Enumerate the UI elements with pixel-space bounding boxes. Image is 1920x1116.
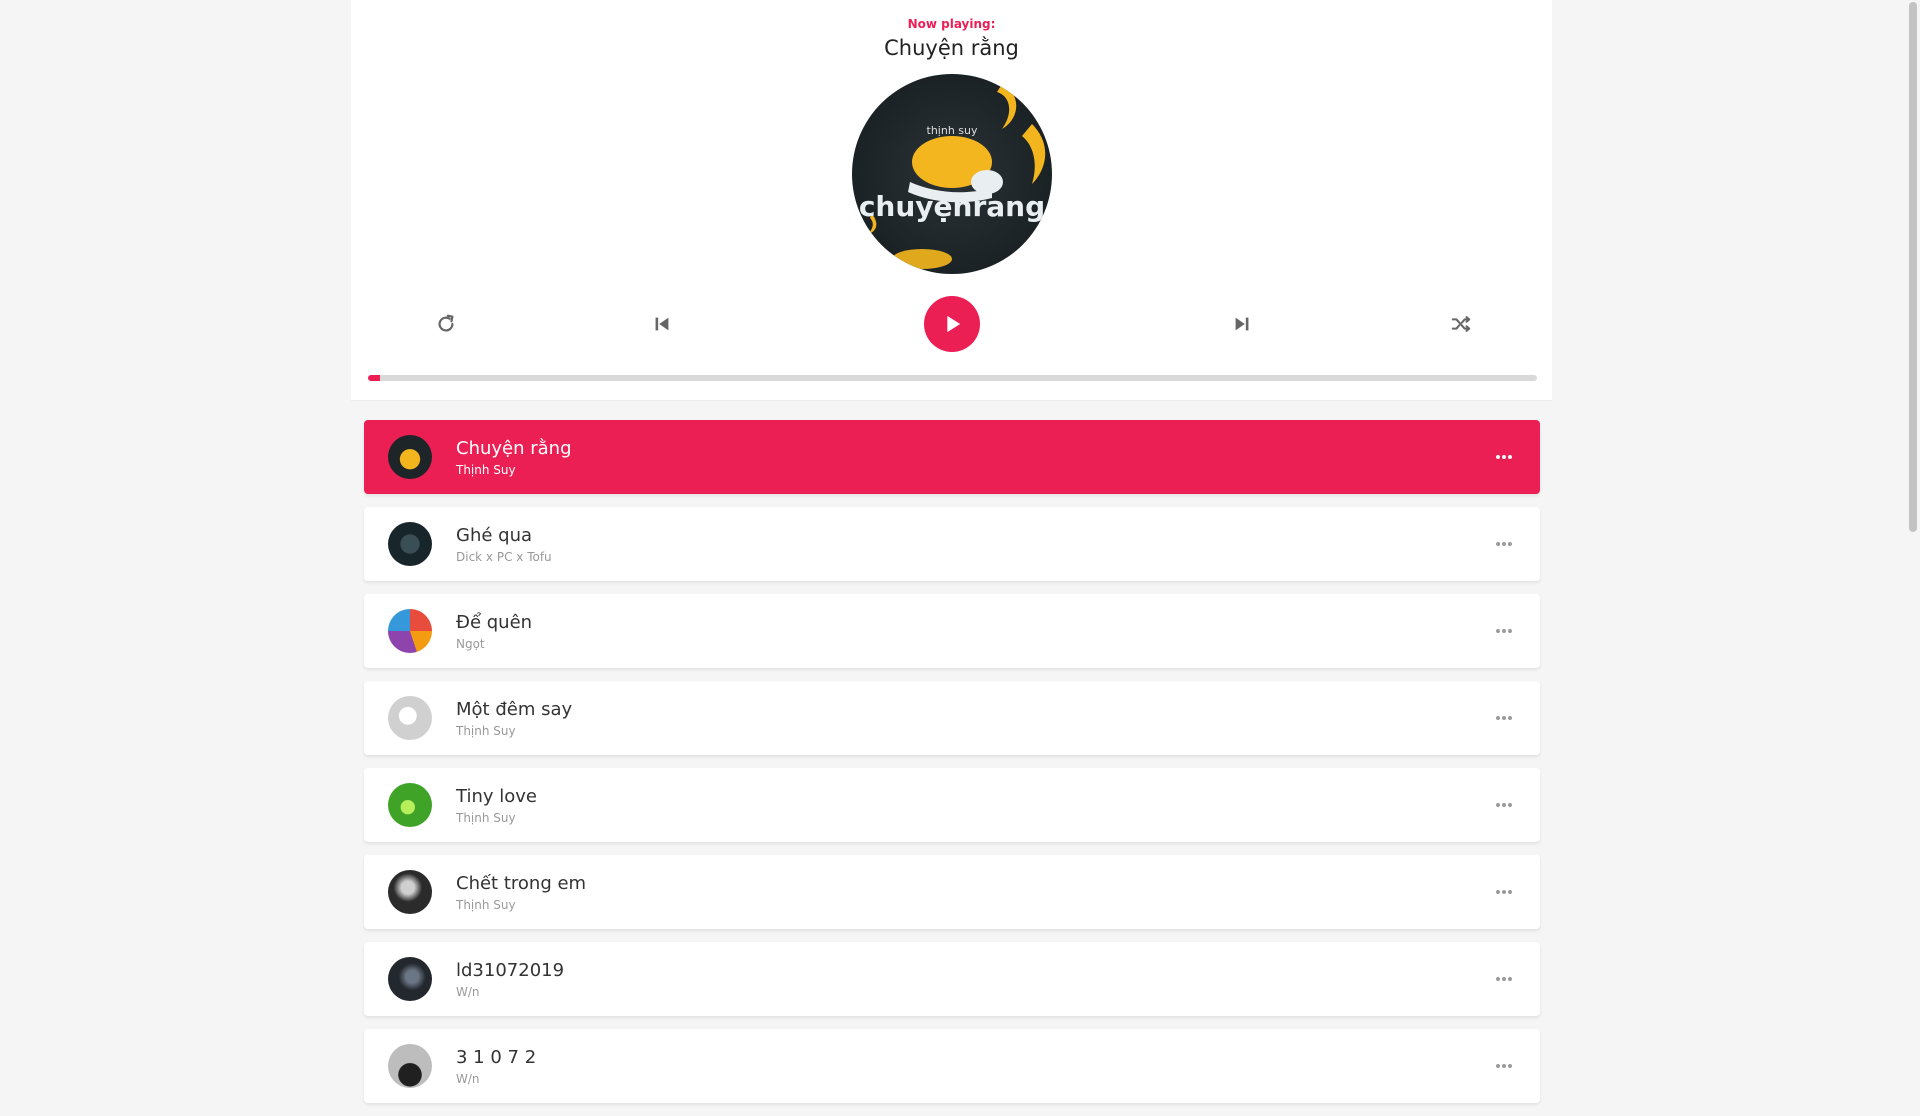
more-horizontal-icon [1496, 716, 1512, 720]
more-horizontal-icon [1496, 629, 1512, 633]
song-info: ld31072019 W/n [456, 960, 1540, 999]
song-thumbnail [388, 609, 432, 653]
shuffle-icon [1451, 316, 1471, 332]
previous-button[interactable] [634, 296, 690, 352]
play-button[interactable] [924, 296, 980, 352]
song-info: Chết trong em Thịnh Suy [456, 873, 1540, 912]
song-title: Chết trong em [456, 872, 587, 894]
song-thumbnail [388, 957, 432, 1001]
playlist-item[interactable]: Để quên Ngọt [364, 594, 1540, 668]
repeat-button[interactable] [418, 296, 474, 352]
playlist-item[interactable]: Ghé qua Dick x PC x Tofu [364, 507, 1540, 581]
current-song-title: Chuyện rằng [884, 36, 1019, 60]
song-title: Chuyện rằng [456, 437, 572, 459]
song-info: Một đêm say Thịnh Suy [456, 699, 1540, 738]
more-horizontal-icon [1496, 1064, 1512, 1068]
scrollbar-thumb[interactable] [1909, 2, 1917, 532]
song-thumbnail [388, 522, 432, 566]
song-artist: W/n [456, 1071, 480, 1086]
song-info: Ghé qua Dick x PC x Tofu [456, 525, 1540, 564]
more-options-button[interactable] [1492, 532, 1516, 556]
playlist-item[interactable]: Một đêm say Thịnh Suy [364, 681, 1540, 755]
song-title: ld31072019 [456, 959, 565, 981]
more-options-button[interactable] [1492, 880, 1516, 904]
more-horizontal-icon [1496, 977, 1512, 981]
playlist: Chuyện rằng Thịnh Suy Ghé qua Dick x PC x T… [364, 420, 1540, 1116]
progress-bar[interactable] [368, 375, 1537, 381]
playlist-item[interactable]: 3 1 0 7 2 W/n [364, 1029, 1540, 1103]
more-options-button[interactable] [1492, 1054, 1516, 1078]
skip-forward-icon [1235, 317, 1249, 331]
album-art: thịnh suy chuyệnrang [859, 84, 1052, 274]
playlist-item[interactable]: Tiny love Thịnh Suy [364, 768, 1540, 842]
song-thumbnail [388, 435, 432, 479]
song-thumbnail [388, 696, 432, 740]
album-disc: thịnh suy chuyệnrang [852, 74, 1052, 274]
repeat-icon [438, 314, 454, 332]
song-info: Chuyện rằng Thịnh Suy [456, 438, 1540, 477]
song-artist: Ngọt [456, 636, 485, 651]
song-artist: Thịnh Suy [456, 897, 516, 912]
more-options-button[interactable] [1492, 793, 1516, 817]
song-title: Ghé qua [456, 524, 533, 546]
play-icon [947, 315, 961, 333]
more-horizontal-icon [1496, 890, 1512, 894]
page-scrollbar[interactable] [1906, 0, 1920, 1080]
album-art-title: chuyệnrang [859, 190, 1045, 223]
playlist-item[interactable]: ld31072019 W/n [364, 942, 1540, 1016]
song-artist: Thịnh Suy [456, 810, 516, 825]
more-horizontal-icon [1496, 803, 1512, 807]
song-thumbnail [388, 783, 432, 827]
song-artist: Thịnh Suy [456, 462, 516, 477]
song-info: Để quên Ngọt [456, 612, 1540, 651]
more-options-button[interactable] [1492, 967, 1516, 991]
more-horizontal-icon [1496, 455, 1512, 459]
player-panel: Now playing: Chuyện rằng thịnh suy chuyệ… [351, 0, 1552, 401]
skip-back-icon [655, 317, 669, 331]
shuffle-button[interactable] [1433, 296, 1489, 352]
song-artist: W/n [456, 984, 480, 999]
song-artist: Thịnh Suy [456, 723, 516, 738]
player-controls [351, 296, 1552, 352]
album-art-artist: thịnh suy [927, 124, 978, 137]
song-thumbnail [388, 1044, 432, 1088]
playlist-item[interactable]: Chuyện rằng Thịnh Suy [364, 420, 1540, 494]
more-options-button[interactable] [1492, 619, 1516, 643]
song-info: Tiny love Thịnh Suy [456, 786, 1540, 825]
playlist-item[interactable]: Chết trong em Thịnh Suy [364, 855, 1540, 929]
now-playing-label: Now playing: [907, 17, 996, 31]
progress-fill [368, 375, 380, 381]
song-title: 3 1 0 7 2 [456, 1046, 537, 1068]
song-artist: Dick x PC x Tofu [456, 549, 552, 564]
song-title: Tiny love [456, 785, 537, 807]
more-options-button[interactable] [1492, 706, 1516, 730]
more-options-button[interactable] [1492, 445, 1516, 469]
song-thumbnail [388, 870, 432, 914]
song-title: Một đêm say [456, 698, 573, 720]
song-title: Để quên [456, 611, 533, 633]
next-button[interactable] [1214, 296, 1270, 352]
more-horizontal-icon [1496, 542, 1512, 546]
